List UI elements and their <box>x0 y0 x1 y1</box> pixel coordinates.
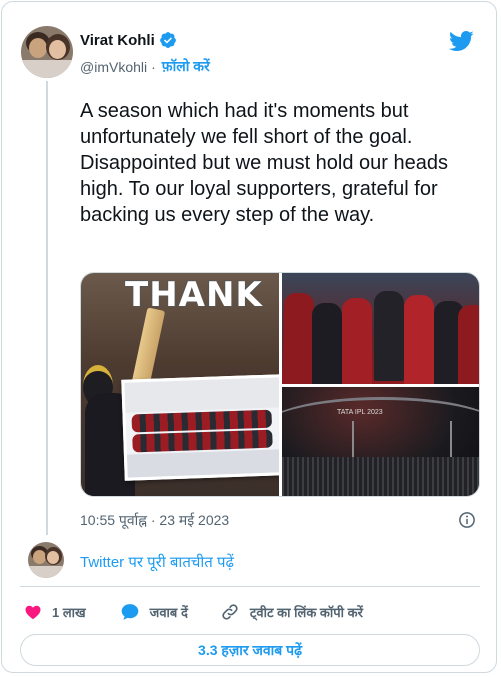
heart-icon <box>25 605 41 620</box>
author-name[interactable]: Virat Kohli <box>80 32 155 49</box>
media-image-stadium[interactable]: TATA IPL 2023 <box>282 387 479 496</box>
author-name-row[interactable]: Virat Kohli <box>80 31 177 49</box>
link-icon <box>222 604 238 620</box>
reply-label: जवाब दें <box>149 605 188 620</box>
huddle-player-shape <box>342 298 372 384</box>
huddle-player-shape <box>284 293 314 383</box>
tweet-media-grid[interactable]: THANK TATA IPL 2023 <box>80 272 480 497</box>
huddle-player-shape <box>374 291 404 381</box>
conversation-avatar[interactable] <box>28 542 64 578</box>
like-button[interactable]: 1 लाख <box>24 603 86 621</box>
divider <box>20 586 480 587</box>
read-conversation-link[interactable]: Twitter पर पूरी बातचीत पढ़ें <box>80 552 234 572</box>
media-image-team-huddle[interactable] <box>282 273 479 384</box>
verified-badge-icon <box>159 32 176 48</box>
like-count: 1 लाख <box>52 605 86 620</box>
copy-link-label: ट्वीट का लिंक कॉपी करें <box>249 605 363 620</box>
tweet-actions-bar: 1 लाख जवाब दें ट्वीट का लिंक कॉपी करें <box>24 600 363 624</box>
media-ipl-tag: TATA IPL 2023 <box>337 409 383 416</box>
read-replies-button[interactable]: 3.3 हज़ार जवाब पढ़ें <box>20 634 480 666</box>
copy-link-button[interactable]: ट्वीट का लिंक कॉपी करें <box>220 602 363 622</box>
thread-connector-line <box>46 81 48 535</box>
media-thank-caption: THANK <box>125 275 263 315</box>
crowd-shape <box>282 457 479 496</box>
reply-bubble-icon <box>121 604 139 620</box>
read-replies-label: 3.3 हज़ार जवाब पढ़ें <box>198 641 302 658</box>
author-handle-row: @imVkohli · फ़ॉलो करें <box>80 57 210 76</box>
info-icon[interactable] <box>458 511 476 529</box>
author-handle[interactable]: @imVkohli <box>80 59 147 75</box>
tweet-timestamp[interactable]: 10:55 पूर्वाह्न · 23 मई 2023 <box>80 511 229 530</box>
huddle-player-shape <box>312 303 342 384</box>
reply-button[interactable]: जवाब दें <box>120 602 188 622</box>
follow-button[interactable]: फ़ॉलो करें <box>162 57 210 76</box>
media-image-thank-you[interactable]: THANK <box>81 273 279 496</box>
huddle-player-shape <box>404 295 434 384</box>
handle-separator: · <box>151 58 156 75</box>
author-avatar[interactable] <box>21 26 73 78</box>
tweet-embed-card: Virat Kohli @imVkohli · फ़ॉलो करें A sea… <box>1 1 497 673</box>
huddle-player-shape <box>458 305 479 384</box>
twitter-bird-icon[interactable] <box>446 28 476 54</box>
tweet-text: A season which had it's moments but unfo… <box>80 100 449 226</box>
team-photo-inset <box>121 374 279 481</box>
